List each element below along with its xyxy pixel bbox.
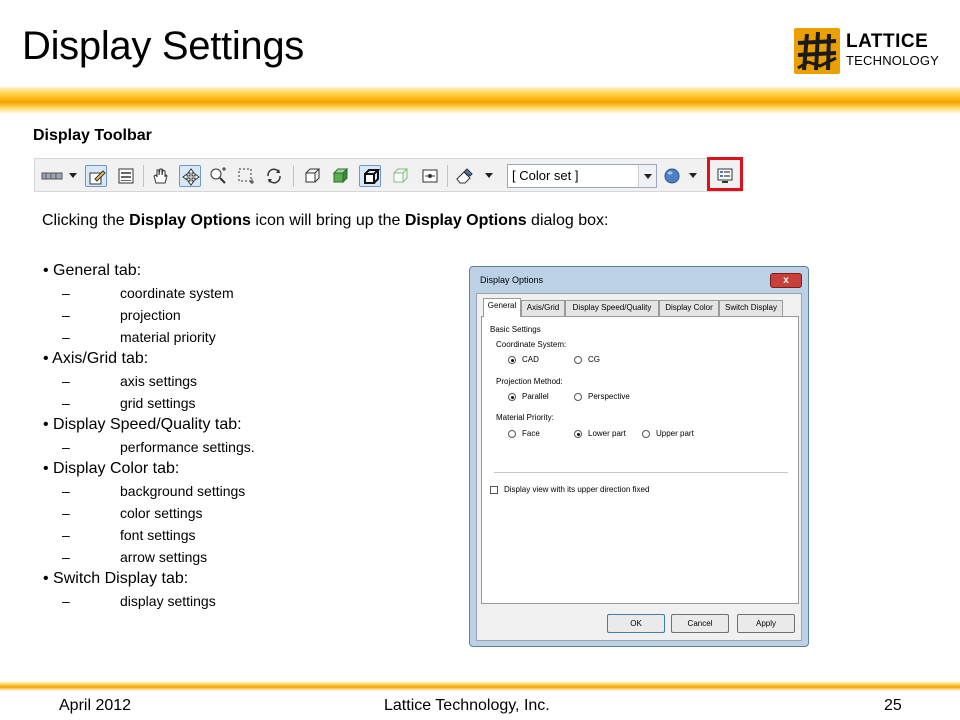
logo-word-technology: TECHNOLOGY bbox=[846, 53, 940, 68]
tab-axis-grid[interactable]: Axis/Grid bbox=[521, 300, 565, 316]
parallel-label: Parallel bbox=[522, 392, 549, 401]
eraser-icon[interactable] bbox=[453, 165, 475, 187]
tab-outline: • General tab: – coordinate system – proje… bbox=[43, 260, 443, 612]
sphere-icon[interactable] bbox=[661, 165, 683, 187]
face-radio[interactable] bbox=[508, 430, 516, 438]
chevron-down-icon[interactable] bbox=[485, 173, 493, 178]
select-mode-icon[interactable] bbox=[39, 165, 67, 187]
list-item: – color settings bbox=[62, 505, 203, 521]
shaded-cube-icon[interactable] bbox=[329, 165, 351, 187]
parallel-radio[interactable] bbox=[508, 393, 516, 401]
fixed-direction-checkbox[interactable] bbox=[490, 486, 498, 494]
display-toolbar: [ Color set ] bbox=[34, 157, 743, 192]
tab-display-speed-quality[interactable]: Display Speed/Quality bbox=[565, 300, 659, 316]
general-tab-panel: Basic Settings Coordinate System: CAD CG… bbox=[481, 316, 799, 604]
rotate-icon[interactable] bbox=[263, 165, 285, 187]
tab-general[interactable]: General bbox=[483, 298, 521, 317]
upper-part-radio[interactable] bbox=[642, 430, 650, 438]
move-icon[interactable] bbox=[179, 165, 201, 187]
lower-part-label: Lower part bbox=[588, 429, 626, 438]
close-icon[interactable]: x bbox=[770, 273, 802, 288]
section-heading: Display Toolbar bbox=[33, 127, 152, 144]
lattice-logo-mark-icon bbox=[794, 28, 840, 74]
bullet-switch-display: • Switch Display tab: bbox=[43, 570, 189, 587]
hidden-line-cube-icon[interactable] bbox=[389, 165, 411, 187]
list-item: – performance settings. bbox=[62, 439, 255, 455]
panel-divider bbox=[494, 472, 788, 473]
box-select-icon[interactable] bbox=[235, 165, 257, 187]
dialog-title: Display Options bbox=[480, 275, 544, 285]
list-item: – coordinate system bbox=[62, 285, 234, 301]
panel-icon[interactable] bbox=[115, 165, 137, 187]
lattice-logo: LATTICE TECHNOLOGY bbox=[794, 28, 944, 74]
display-options-highlight bbox=[707, 157, 743, 191]
bullet-general: • General tab: bbox=[43, 262, 142, 279]
list-item: – material priority bbox=[62, 329, 216, 345]
slide-title: Display Settings bbox=[22, 24, 304, 68]
list-item: – background settings bbox=[62, 483, 246, 499]
face-label: Face bbox=[522, 429, 540, 438]
chevron-down-icon[interactable] bbox=[689, 173, 697, 178]
intro-text: Clicking the Display Options icon will b… bbox=[42, 212, 609, 229]
perspective-radio[interactable] bbox=[574, 393, 582, 401]
fixed-direction-label: Display view with its upper direction fi… bbox=[504, 485, 650, 494]
ok-button[interactable]: OK bbox=[607, 614, 665, 633]
material-priority-label: Material Priority: bbox=[496, 413, 554, 422]
hand-icon[interactable] bbox=[149, 165, 171, 187]
bullet-display-speed-quality: • Display Speed/Quality tab: bbox=[43, 416, 242, 433]
toolbar-separator bbox=[143, 165, 144, 187]
projection-method-label: Projection Method: bbox=[496, 377, 563, 386]
color-set-select[interactable]: [ Color set ] bbox=[507, 164, 657, 188]
toolbar-separator bbox=[293, 165, 294, 187]
perspective-label: Perspective bbox=[588, 392, 630, 401]
bullet-axis-grid: • Axis/Grid tab: bbox=[43, 350, 149, 367]
list-item: – axis settings bbox=[62, 373, 198, 389]
wireframe-cube-icon[interactable] bbox=[301, 165, 323, 187]
zoom-icon[interactable] bbox=[207, 165, 229, 187]
center-icon[interactable] bbox=[419, 165, 441, 187]
logo-word-lattice: LATTICE bbox=[846, 31, 929, 52]
list-item: – arrow settings bbox=[62, 549, 208, 565]
bullet-display-color: • Display Color tab: bbox=[43, 460, 180, 477]
basic-settings-label: Basic Settings bbox=[490, 325, 541, 334]
display-options-dialog: Display Options x General Axis/Grid Disp… bbox=[469, 266, 809, 647]
cad-radio[interactable] bbox=[508, 356, 516, 364]
cg-radio[interactable] bbox=[574, 356, 582, 364]
title-underline-bar bbox=[0, 86, 960, 114]
list-item: – display settings bbox=[62, 593, 216, 609]
cancel-button[interactable]: Cancel bbox=[671, 614, 729, 633]
coordinate-system-label: Coordinate System: bbox=[496, 340, 567, 349]
intro-bold-display-options: Display Options bbox=[129, 212, 251, 229]
dialog-body: General Axis/Grid Display Speed/Quality … bbox=[476, 293, 802, 641]
list-item: – projection bbox=[62, 307, 181, 323]
color-set-value: [ Color set ] bbox=[512, 168, 579, 183]
edit-icon[interactable] bbox=[85, 165, 107, 187]
footer-bar bbox=[0, 681, 960, 691]
footer-date: April 2012 bbox=[59, 697, 132, 714]
toolbar-separator bbox=[447, 165, 448, 187]
chevron-down-icon[interactable] bbox=[69, 173, 77, 178]
chevron-down-icon[interactable] bbox=[638, 165, 656, 187]
list-item: – grid settings bbox=[62, 395, 196, 411]
outline-cube-icon[interactable] bbox=[359, 165, 381, 187]
cad-label: CAD bbox=[522, 355, 539, 364]
list-item: – font settings bbox=[62, 527, 196, 543]
page-number: 25 bbox=[884, 697, 902, 714]
cg-label: CG bbox=[588, 355, 600, 364]
tab-switch-display[interactable]: Switch Display bbox=[719, 300, 783, 316]
lower-part-radio[interactable] bbox=[574, 430, 582, 438]
footer-company: Lattice Technology, Inc. bbox=[384, 697, 550, 714]
apply-button[interactable]: Apply bbox=[737, 614, 795, 633]
upper-part-label: Upper part bbox=[656, 429, 694, 438]
intro-bold-display-options-dialog: Display Options bbox=[404, 212, 527, 229]
tab-display-color[interactable]: Display Color bbox=[659, 300, 719, 316]
